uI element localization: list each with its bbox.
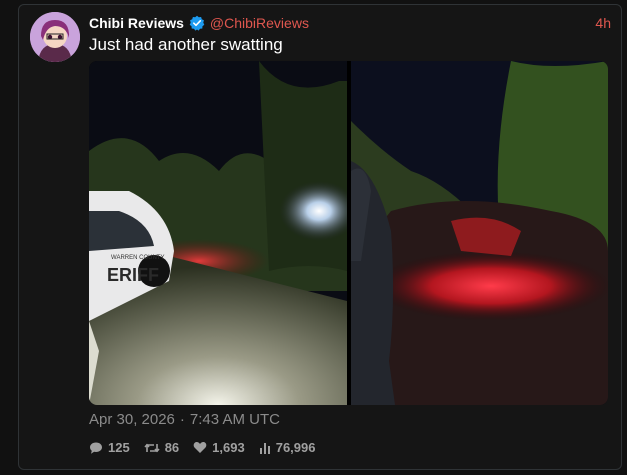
reply-button[interactable]: 125: [89, 440, 130, 455]
like-count: 1,693: [212, 440, 245, 455]
tweet-date[interactable]: Apr 30, 2026 · 7:43 AM UTC: [89, 411, 280, 428]
date-separator: ·: [179, 411, 185, 428]
tweet-card[interactable]: Chibi Reviews @ChibiReviews 4h Just had …: [18, 4, 622, 470]
sheriff-text: ERIFF: [107, 265, 159, 285]
display-name[interactable]: Chibi Reviews: [89, 15, 184, 31]
bar-chart-icon: [259, 442, 270, 454]
avatar[interactable]: [30, 12, 80, 62]
heart-icon: [193, 442, 207, 453]
reply-count: 125: [108, 440, 130, 455]
repost-button[interactable]: 86: [144, 440, 179, 455]
tweet-media[interactable]: ERIFF WARREN COUNTY: [89, 61, 608, 405]
avatar-image: [30, 12, 80, 62]
photo-right[interactable]: [351, 61, 608, 405]
like-button[interactable]: 1,693: [193, 440, 245, 455]
photo-left[interactable]: ERIFF WARREN COUNTY: [89, 61, 359, 405]
date-text: Apr 30, 2026: [89, 411, 175, 428]
tweet-header: Chibi Reviews @ChibiReviews 4h: [89, 13, 611, 33]
repost-arrows-icon: [144, 443, 160, 452]
verified-badge-icon: [189, 15, 205, 31]
speech-bubble-icon: [90, 442, 102, 454]
tweet-text: Just had another swatting: [89, 35, 283, 54]
views-count: 76,996: [275, 440, 316, 455]
time-text: 7:43 AM UTC: [189, 411, 280, 428]
handle[interactable]: @ChibiReviews: [210, 15, 309, 31]
views-button[interactable]: 76,996: [259, 440, 316, 455]
repost-count: 86: [164, 440, 180, 455]
county-text: WARREN COUNTY: [111, 255, 164, 261]
engagement-stats: 125 86 1,693 76,996: [89, 440, 315, 455]
relative-timestamp[interactable]: 4h: [595, 15, 611, 31]
